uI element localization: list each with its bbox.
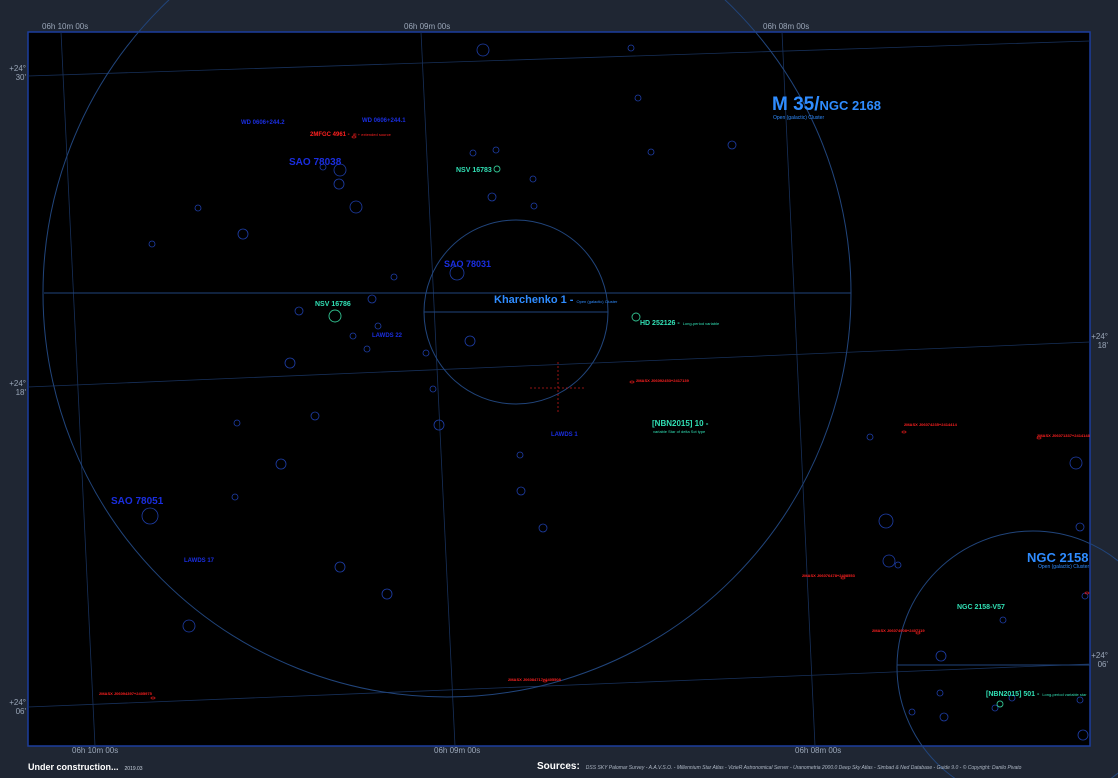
lawds22-label: LAWDS 22 xyxy=(372,333,403,339)
kharchenko-name: Kharchenko 1 xyxy=(494,294,567,306)
2mass-d-label: 2MASX J06076478+2408553 xyxy=(802,573,855,578)
star-chart xyxy=(27,0,1118,778)
nbn501-name: [NBN2015] 501 xyxy=(986,691,1036,698)
ngc2158-label: NGC 2158 xyxy=(1027,550,1089,565)
2mass-e-label: 2MASX J06074908+2407119 xyxy=(872,628,925,633)
m35-label: M 35/NGC 2168 xyxy=(772,94,881,116)
ngc2158-v57-label: NGC 2158-V57 xyxy=(957,604,1005,611)
nbn501-type: Long-period variable star xyxy=(1042,692,1087,697)
status-date: 2019.03 xyxy=(124,766,143,772)
sao78051-label: SAO 78051 xyxy=(111,496,164,507)
ra-label-bottom-0610: 06h 10m 00s xyxy=(72,746,119,755)
2mfgc-type: IR + extended source xyxy=(352,132,391,137)
dec-label-right-2406: +24° 06' xyxy=(1091,651,1108,669)
2mass-f-label: 2MASX J06084717+2405508 xyxy=(508,677,561,682)
dec-label-left-2430: +24° 30' xyxy=(9,64,26,82)
status-text: Under construction... xyxy=(28,762,119,772)
sources-text: DSS SKY Palomar Survey - A.A.V.S.O. - Mi… xyxy=(585,765,1022,771)
lawds1-label: LAWDS 1 xyxy=(551,432,578,438)
2mass-c-label: 2MASX J06071337+2414148 xyxy=(1037,433,1090,438)
m35-type: Open (galactic) Cluster xyxy=(773,115,825,121)
2mfgc-name: 2MFGC 4961 xyxy=(310,132,347,138)
lawds17-label: LAWDS 17 xyxy=(184,558,215,564)
nbn10-label: [NBN2015] 10 - xyxy=(652,419,709,428)
2mass-b-label: 2MASX J06074235+2414414 xyxy=(904,422,957,427)
star-chart-page: 06h 10m 00s 06h 09m 00s 06h 08m 00s 06h … xyxy=(0,0,1118,778)
footer-sources: Sources: DSS SKY Palomar Survey - A.A.V.S… xyxy=(537,761,1021,772)
footer-status: Under construction... 2019.03 xyxy=(28,762,143,772)
wd-06064242-label: WD 0606+244.2 xyxy=(241,120,285,126)
chart-field xyxy=(27,31,1091,747)
nbn10-name: [NBN2015] 10 xyxy=(652,419,704,428)
kharchenko-type: Open (galactic) Cluster xyxy=(576,299,618,304)
2mfgc-label: 2MFGC 4961 - IR + extended source xyxy=(310,132,391,138)
ra-label-top-0609: 06h 09m 00s xyxy=(404,22,451,31)
hd252126-name: HD 252126 xyxy=(640,320,676,327)
dec-label-left-2418: +24° 18' xyxy=(9,379,26,397)
kharchenko-label: Kharchenko 1 - Open (galactic) Cluster xyxy=(494,294,618,306)
2mass-g-label: 2MASX J06094397+2405975 xyxy=(99,691,152,696)
ra-label-top-0610: 06h 10m 00s xyxy=(42,22,89,31)
hd252126-type: Long-period variable xyxy=(682,321,720,326)
nsv16786-label: NSV 16786 xyxy=(315,301,351,308)
sao78038-label: SAO 78038 xyxy=(289,157,342,168)
ngc2158-type: Open (galactic) Cluster xyxy=(1038,564,1090,570)
sources-label: Sources: xyxy=(537,761,580,772)
wd-06064241-label: WD 0606+244.1 xyxy=(362,118,406,124)
2mass-a-label: 2MASX J06092453+2417139 xyxy=(636,378,689,383)
m35-alt-name: NGC 2168 xyxy=(819,98,881,113)
nbn10-type: variable Star of delta Sct type xyxy=(653,429,706,434)
hd252126-label: HD 252126 - Long-period variable xyxy=(640,320,720,327)
dec-label-left-2406: +24° 06' xyxy=(9,698,26,716)
nbn501-label: [NBN2015] 501 - Long-period variable star xyxy=(986,691,1087,698)
dec-label-right-2418: +24° 18' xyxy=(1091,332,1108,350)
sao78031-label: SAO 78031 xyxy=(444,259,492,269)
ra-label-bottom-0609: 06h 09m 00s xyxy=(434,746,481,755)
ra-label-bottom-0608: 06h 08m 00s xyxy=(795,746,842,755)
m35-name: M 35 xyxy=(772,94,815,115)
ra-label-top-0608: 06h 08m 00s xyxy=(763,22,810,31)
nsv16783-label: NSV 16783 xyxy=(456,167,492,174)
